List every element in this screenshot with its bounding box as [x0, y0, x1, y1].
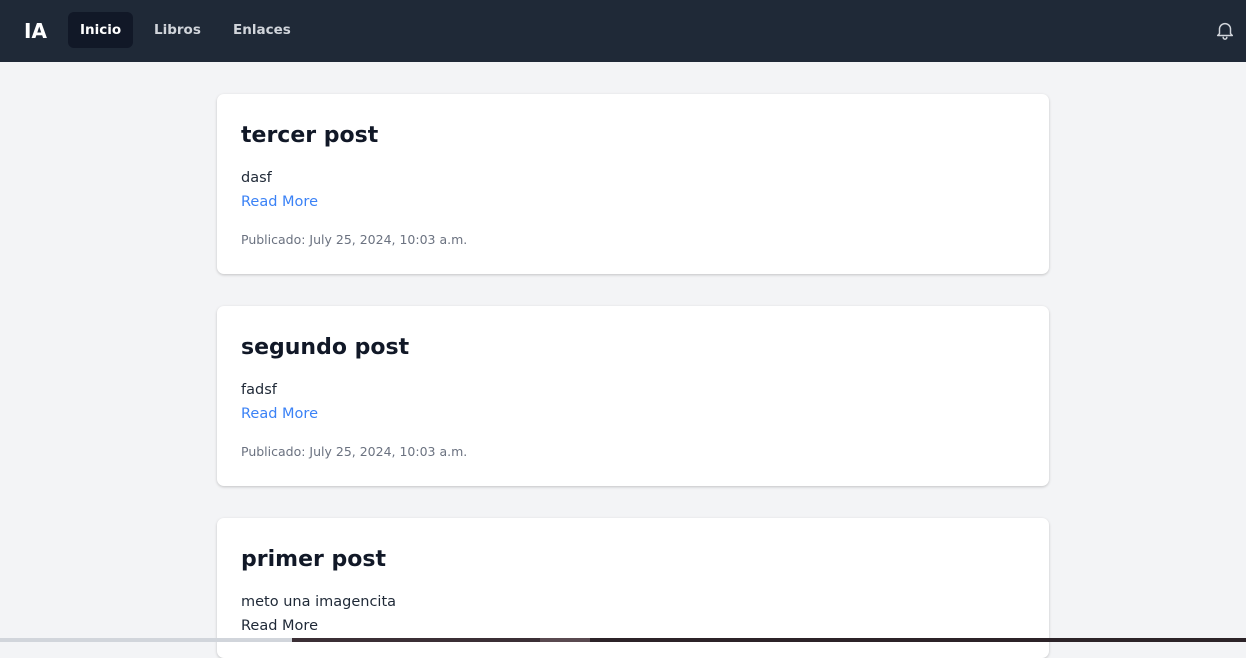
post-title: primer post [241, 547, 386, 572]
read-more-link[interactable]: Read More [241, 616, 318, 636]
read-more-link[interactable]: Read More [241, 404, 318, 424]
taskbar-edge [0, 638, 1246, 642]
post-excerpt: dasf [241, 170, 272, 186]
read-more-link[interactable]: Read More [241, 192, 318, 212]
nav-link-libros[interactable]: Libros [142, 12, 213, 48]
post-card: tercer post dasf Read More Publicado: Ju… [217, 94, 1049, 274]
post-date: Publicado: July 25, 2024, 10:03 a.m. [241, 232, 468, 247]
bell-icon[interactable] [1214, 19, 1236, 41]
post-title: tercer post [241, 123, 379, 148]
post-card: primer post meto una imagencita Read Mor… [217, 518, 1049, 658]
brand-logo[interactable]: IA [24, 19, 47, 43]
post-date: Publicado: July 25, 2024, 10:03 a.m. [241, 444, 468, 459]
post-card: segundo post fadsf Read More Publicado: … [217, 306, 1049, 486]
post-excerpt: fadsf [241, 382, 277, 398]
post-title: segundo post [241, 335, 410, 360]
nav-link-enlaces[interactable]: Enlaces [221, 12, 303, 48]
post-excerpt: meto una imagencita [241, 594, 397, 610]
nav-link-inicio[interactable]: Inicio [68, 12, 134, 48]
top-navbar: IA Inicio Libros Enlaces [0, 0, 1246, 62]
